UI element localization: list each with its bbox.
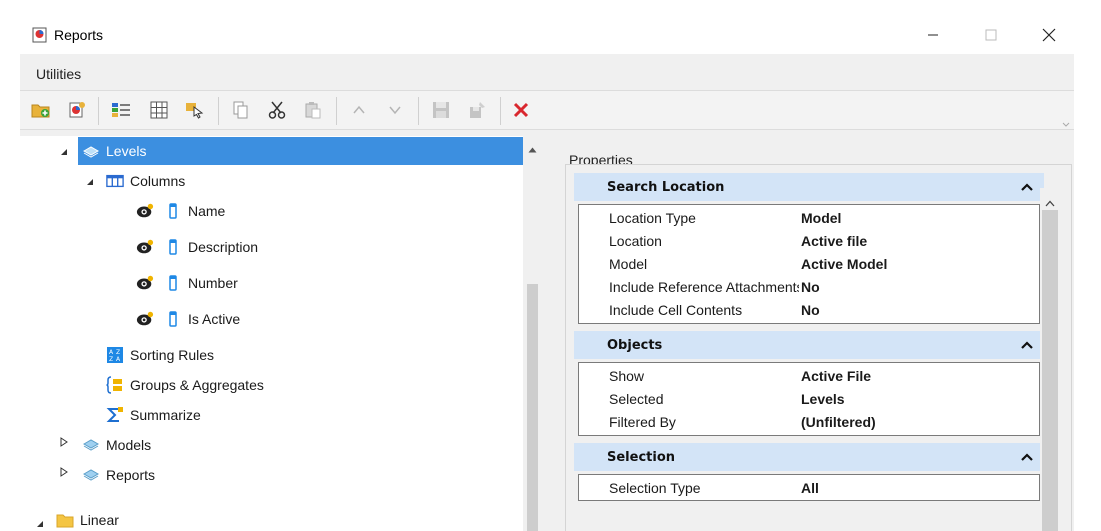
- expand-arrow-icon[interactable]: [58, 436, 70, 448]
- section-header-selection[interactable]: Selection: [574, 443, 1044, 471]
- visibility-eye-icon: [136, 202, 154, 220]
- property-row[interactable]: Selection Type All: [579, 477, 1039, 500]
- scroll-up-arrow-icon[interactable]: [1045, 194, 1055, 210]
- scroll-up-arrow-icon[interactable]: [528, 140, 537, 156]
- tree-item-columns[interactable]: Columns: [106, 167, 185, 195]
- toolbar-separator: [218, 97, 219, 125]
- columns-icon: [106, 172, 124, 190]
- section-header-objects[interactable]: Objects: [574, 331, 1044, 359]
- svg-text:Z: Z: [109, 356, 113, 363]
- column-field-icon: [164, 310, 182, 328]
- property-row[interactable]: Model Active Model: [579, 253, 1039, 276]
- tree-item-sorting-rules[interactable]: AZZA Sorting Rules: [106, 341, 214, 369]
- properties-panel: Properties Search Location Location Type…: [560, 140, 1072, 531]
- new-folder-icon[interactable]: [30, 99, 52, 121]
- title-bar: Reports: [20, 16, 1074, 54]
- property-row[interactable]: Location Active file: [579, 230, 1039, 253]
- save-icon[interactable]: [430, 99, 452, 121]
- collapse-arrow-icon[interactable]: [58, 146, 70, 158]
- properties-scrollbar-thumb[interactable]: [1042, 210, 1058, 531]
- tree-item-column[interactable]: Is Active: [136, 305, 240, 333]
- paste-icon[interactable]: [302, 99, 324, 121]
- move-down-icon[interactable]: [384, 99, 406, 121]
- tree-item-models[interactable]: Models: [82, 431, 151, 459]
- property-row[interactable]: Include Reference Attachments No: [579, 276, 1039, 299]
- maximize-icon: [985, 29, 997, 41]
- sorting-rules-icon: AZZA: [106, 346, 124, 364]
- tree-item-column[interactable]: Name: [136, 197, 225, 225]
- svg-text:Z: Z: [116, 349, 120, 356]
- column-field-icon: [164, 238, 182, 256]
- copy-icon[interactable]: [230, 99, 252, 121]
- column-field-icon: [164, 274, 182, 292]
- models-icon: [82, 436, 100, 454]
- visibility-eye-icon: [136, 310, 154, 328]
- toolbar-separator: [500, 97, 501, 125]
- collapse-chevron-icon[interactable]: [1020, 451, 1034, 463]
- close-button[interactable]: [1026, 16, 1072, 54]
- column-field-icon: [164, 202, 182, 220]
- close-icon: [1042, 28, 1056, 42]
- reports-window: Reports Utilities Levels Columns Name De…: [20, 16, 1074, 531]
- toolbar-overflow-icon[interactable]: [1062, 115, 1070, 127]
- tree-item-groups-aggregates[interactable]: Groups & Aggregates: [106, 371, 264, 399]
- toolbar-separator: [418, 97, 419, 125]
- toolbar-separator: [98, 97, 99, 125]
- tree-item-linear[interactable]: Linear: [56, 506, 119, 531]
- expand-arrow-icon[interactable]: [58, 466, 70, 478]
- property-row[interactable]: Filtered By (Unfiltered): [579, 411, 1039, 434]
- selection-grid: Selection Type All: [578, 474, 1040, 501]
- tree-scrollbar-thumb[interactable]: [527, 284, 538, 531]
- delete-icon[interactable]: [510, 99, 532, 121]
- collapse-arrow-icon[interactable]: [84, 176, 96, 188]
- folder-icon: [56, 511, 74, 529]
- visibility-eye-icon: [136, 238, 154, 256]
- minimize-button[interactable]: [910, 16, 956, 54]
- collapse-chevron-icon[interactable]: [1020, 181, 1034, 193]
- tree-item-column[interactable]: Number: [136, 269, 238, 297]
- select-icon[interactable]: [184, 99, 206, 121]
- cut-icon[interactable]: [266, 99, 288, 121]
- collapse-arrow-icon[interactable]: [34, 518, 46, 530]
- objects-grid: Show Active File Selected Levels Filtere…: [578, 362, 1040, 436]
- tree-scrollbar[interactable]: [525, 136, 540, 531]
- reports-app-icon: [32, 27, 48, 43]
- table-icon[interactable]: [148, 99, 170, 121]
- levels-icon: [82, 142, 100, 160]
- report-tree: Levels Columns Name Description Number I…: [20, 136, 523, 531]
- maximize-button[interactable]: [968, 16, 1014, 54]
- properties-scrollbar[interactable]: [1040, 188, 1060, 531]
- search-location-grid: Location Type Model Location Active file…: [578, 204, 1040, 324]
- move-up-icon[interactable]: [348, 99, 370, 121]
- tree-item-levels[interactable]: Levels: [78, 137, 523, 165]
- property-row[interactable]: Selected Levels: [579, 388, 1039, 411]
- property-row[interactable]: Location Type Model: [579, 207, 1039, 230]
- visibility-eye-icon: [136, 274, 154, 292]
- format-columns-icon[interactable]: [110, 99, 132, 121]
- tree-item-reports[interactable]: Reports: [82, 461, 155, 489]
- new-report-icon[interactable]: [66, 99, 88, 121]
- collapse-chevron-icon[interactable]: [1020, 339, 1034, 351]
- menu-utilities[interactable]: Utilities: [36, 66, 81, 82]
- menu-bar: Utilities: [20, 54, 1074, 90]
- property-row[interactable]: Include Cell Contents No: [579, 299, 1039, 322]
- tree-item-column[interactable]: Description: [136, 233, 258, 261]
- toolbar: [20, 90, 1074, 130]
- summarize-sigma-icon: [106, 406, 124, 424]
- property-row[interactable]: Show Active File: [579, 365, 1039, 388]
- properties-box: Search Location Location Type Model Loca…: [565, 164, 1072, 531]
- groups-aggregates-icon: [106, 376, 124, 394]
- minimize-icon: [928, 34, 938, 36]
- save-as-icon[interactable]: [466, 99, 488, 121]
- toolbar-separator: [336, 97, 337, 125]
- reports-icon: [82, 466, 100, 484]
- window-title: Reports: [54, 27, 104, 43]
- tree-item-summarize[interactable]: Summarize: [106, 401, 201, 429]
- section-header-search-location[interactable]: Search Location: [574, 173, 1044, 201]
